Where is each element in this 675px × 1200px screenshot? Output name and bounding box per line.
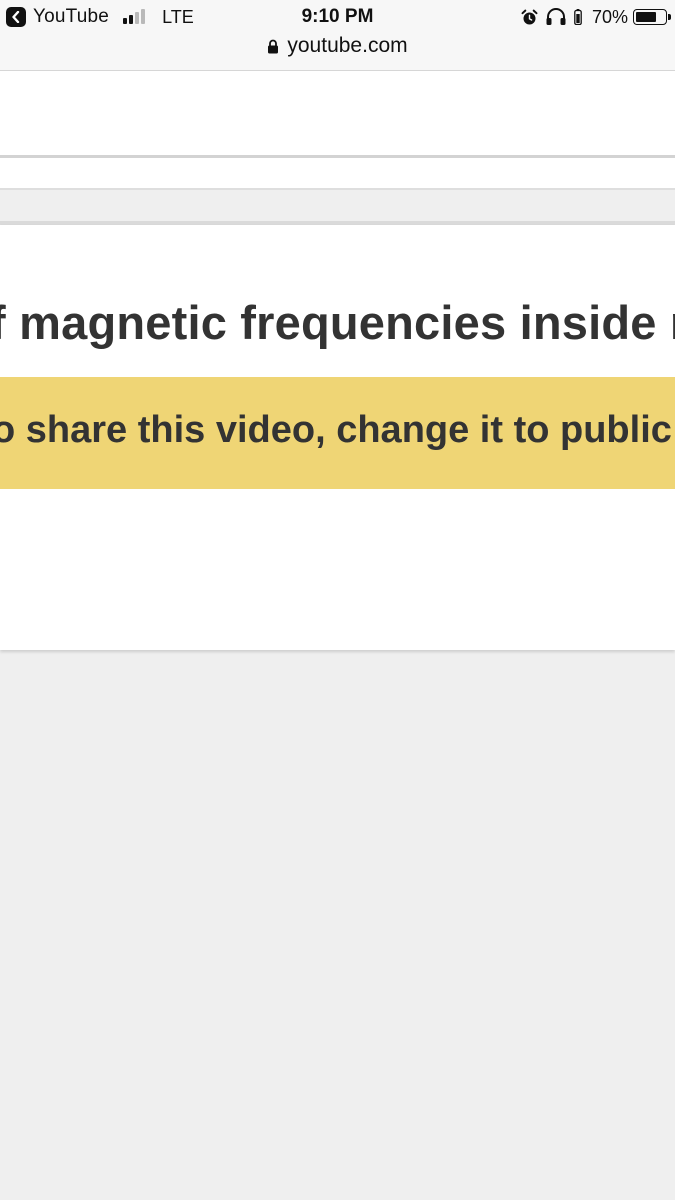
privacy-notice-banner: o share this video, change it to public … xyxy=(0,377,675,489)
privacy-notice-text: o share this video, change it to public … xyxy=(0,409,675,451)
page-gap xyxy=(0,190,675,221)
address-bar[interactable]: youtube.com xyxy=(0,33,675,59)
battery-percent: 70% xyxy=(591,6,628,27)
video-title[interactable]: f magnetic frequencies inside m xyxy=(0,295,675,350)
headphone-battery-icon xyxy=(574,9,582,25)
alarm-icon xyxy=(521,9,538,26)
status-bar-right: 70% xyxy=(514,6,671,28)
page-strip xyxy=(0,158,675,188)
video-info-card: f magnetic frequencies inside m o share … xyxy=(0,225,675,650)
lock-icon xyxy=(267,39,279,54)
battery-nub xyxy=(668,14,671,20)
url-text[interactable]: youtube.com xyxy=(287,34,407,58)
battery-level-fill xyxy=(636,12,656,22)
battery-icon xyxy=(633,9,671,25)
headphones-icon xyxy=(545,8,567,26)
status-bar: YouTube LTE 9:10 PM 70% youtube.com xyxy=(0,0,675,71)
page-header-area xyxy=(0,71,675,155)
phone-screen: YouTube LTE 9:10 PM 70% youtube.com f ma… xyxy=(0,0,675,1200)
